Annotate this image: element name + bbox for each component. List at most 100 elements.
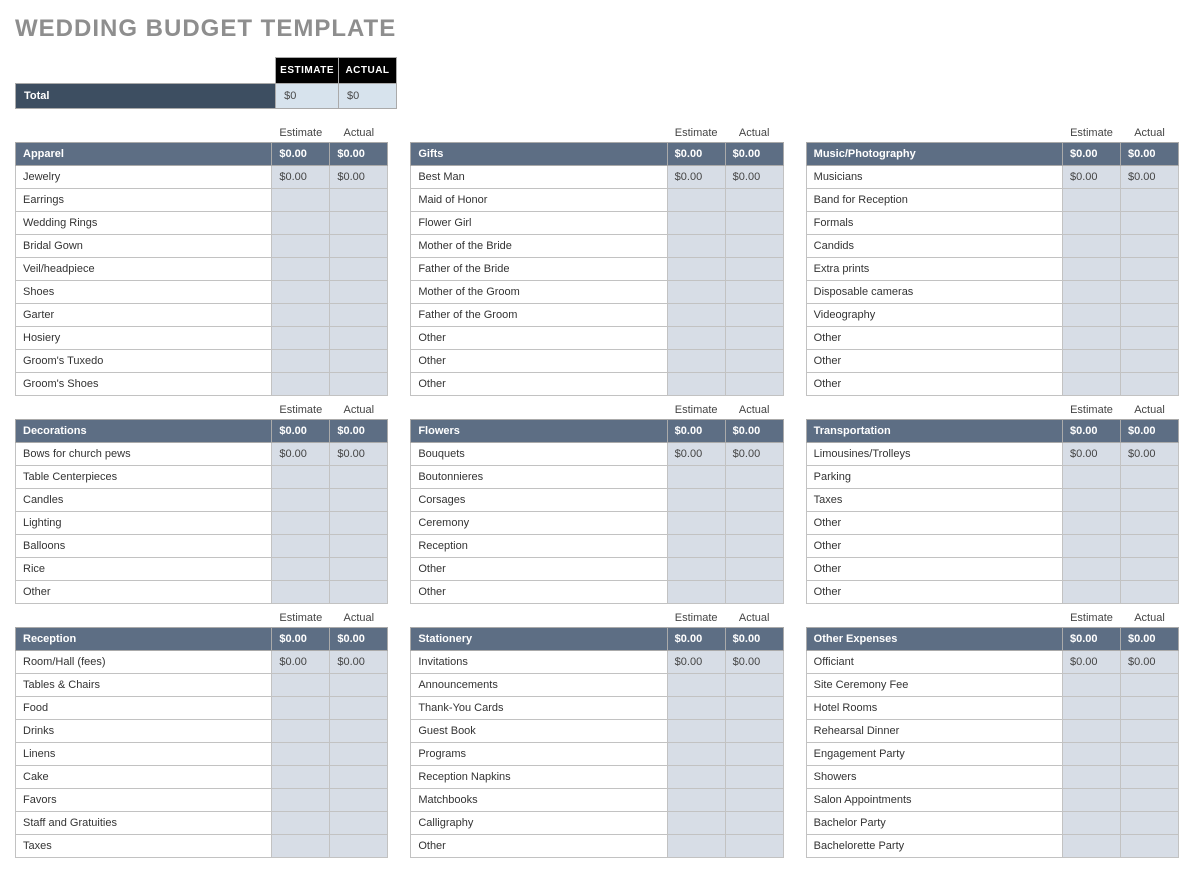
item-estimate-cell[interactable] xyxy=(272,766,330,789)
item-actual-cell[interactable] xyxy=(330,789,388,812)
item-label[interactable]: Other xyxy=(411,835,667,858)
item-estimate-cell[interactable]: $0.00 xyxy=(1062,651,1120,674)
item-label[interactable]: Matchbooks xyxy=(411,789,667,812)
item-estimate-cell[interactable] xyxy=(667,258,725,281)
item-estimate-cell[interactable]: $0.00 xyxy=(272,443,330,466)
item-label[interactable]: Food xyxy=(16,697,272,720)
item-label[interactable]: Guest Book xyxy=(411,720,667,743)
item-estimate-cell[interactable] xyxy=(272,281,330,304)
item-actual-cell[interactable] xyxy=(725,789,783,812)
item-actual-cell[interactable] xyxy=(1120,235,1178,258)
item-estimate-cell[interactable] xyxy=(1062,304,1120,327)
item-label[interactable]: Band for Reception xyxy=(806,189,1062,212)
item-label[interactable]: Showers xyxy=(806,766,1062,789)
item-label[interactable]: Hotel Rooms xyxy=(806,697,1062,720)
item-actual-cell[interactable] xyxy=(330,812,388,835)
item-actual-cell[interactable] xyxy=(725,373,783,396)
item-label[interactable]: Extra prints xyxy=(806,258,1062,281)
item-estimate-cell[interactable] xyxy=(667,743,725,766)
item-estimate-cell[interactable] xyxy=(667,304,725,327)
item-estimate-cell[interactable] xyxy=(667,535,725,558)
item-estimate-cell[interactable] xyxy=(667,489,725,512)
item-estimate-cell[interactable] xyxy=(272,235,330,258)
item-estimate-cell[interactable] xyxy=(667,512,725,535)
item-label[interactable]: Bouquets xyxy=(411,443,667,466)
item-actual-cell[interactable] xyxy=(725,581,783,604)
item-actual-cell[interactable] xyxy=(725,466,783,489)
item-label[interactable]: Mother of the Groom xyxy=(411,281,667,304)
total-estimate-cell[interactable]: $0 xyxy=(276,84,339,109)
total-actual-cell[interactable]: $0 xyxy=(339,84,397,109)
item-label[interactable]: Bachelorette Party xyxy=(806,835,1062,858)
item-actual-cell[interactable] xyxy=(725,350,783,373)
item-estimate-cell[interactable] xyxy=(1062,535,1120,558)
item-label[interactable]: Garter xyxy=(16,304,272,327)
item-estimate-cell[interactable] xyxy=(272,697,330,720)
item-label[interactable]: Best Man xyxy=(411,166,667,189)
item-actual-cell[interactable] xyxy=(1120,535,1178,558)
item-actual-cell[interactable] xyxy=(1120,720,1178,743)
item-estimate-cell[interactable] xyxy=(1062,697,1120,720)
item-label[interactable]: Rehearsal Dinner xyxy=(806,720,1062,743)
item-estimate-cell[interactable] xyxy=(272,789,330,812)
item-label[interactable]: Candids xyxy=(806,235,1062,258)
item-actual-cell[interactable] xyxy=(1120,304,1178,327)
item-label[interactable]: Other xyxy=(806,558,1062,581)
item-estimate-cell[interactable] xyxy=(667,674,725,697)
item-label[interactable]: Programs xyxy=(411,743,667,766)
item-label[interactable]: Favors xyxy=(16,789,272,812)
item-estimate-cell[interactable] xyxy=(1062,489,1120,512)
item-label[interactable]: Hosiery xyxy=(16,327,272,350)
item-estimate-cell[interactable] xyxy=(1062,720,1120,743)
item-label[interactable]: Other xyxy=(411,350,667,373)
item-actual-cell[interactable] xyxy=(1120,281,1178,304)
item-label[interactable]: Rice xyxy=(16,558,272,581)
item-estimate-cell[interactable] xyxy=(1062,466,1120,489)
item-label[interactable]: Other xyxy=(806,581,1062,604)
item-label[interactable]: Tables & Chairs xyxy=(16,674,272,697)
item-label[interactable]: Other xyxy=(806,512,1062,535)
item-estimate-cell[interactable] xyxy=(667,235,725,258)
item-label[interactable]: Candles xyxy=(16,489,272,512)
item-actual-cell[interactable] xyxy=(330,720,388,743)
item-actual-cell[interactable] xyxy=(330,281,388,304)
item-actual-cell[interactable] xyxy=(330,766,388,789)
item-actual-cell[interactable] xyxy=(1120,581,1178,604)
item-estimate-cell[interactable] xyxy=(1062,235,1120,258)
item-actual-cell[interactable] xyxy=(725,235,783,258)
item-estimate-cell[interactable] xyxy=(272,581,330,604)
item-label[interactable]: Engagement Party xyxy=(806,743,1062,766)
item-label[interactable]: Other xyxy=(411,581,667,604)
item-actual-cell[interactable] xyxy=(725,281,783,304)
item-actual-cell[interactable] xyxy=(1120,212,1178,235)
item-label[interactable]: Mother of the Bride xyxy=(411,235,667,258)
item-actual-cell[interactable]: $0.00 xyxy=(725,443,783,466)
item-actual-cell[interactable] xyxy=(330,581,388,604)
item-estimate-cell[interactable] xyxy=(272,835,330,858)
item-actual-cell[interactable] xyxy=(1120,189,1178,212)
item-label[interactable]: Balloons xyxy=(16,535,272,558)
item-estimate-cell[interactable] xyxy=(1062,558,1120,581)
item-estimate-cell[interactable] xyxy=(667,189,725,212)
item-label[interactable]: Drinks xyxy=(16,720,272,743)
item-label[interactable]: Corsages xyxy=(411,489,667,512)
item-estimate-cell[interactable] xyxy=(667,212,725,235)
item-actual-cell[interactable] xyxy=(1120,697,1178,720)
item-label[interactable]: Maid of Honor xyxy=(411,189,667,212)
item-estimate-cell[interactable] xyxy=(1062,258,1120,281)
item-actual-cell[interactable]: $0.00 xyxy=(330,443,388,466)
item-estimate-cell[interactable] xyxy=(1062,674,1120,697)
item-estimate-cell[interactable] xyxy=(272,304,330,327)
item-actual-cell[interactable] xyxy=(330,743,388,766)
item-estimate-cell[interactable] xyxy=(1062,766,1120,789)
item-actual-cell[interactable] xyxy=(1120,373,1178,396)
item-label[interactable]: Other xyxy=(411,327,667,350)
item-label[interactable]: Other xyxy=(806,535,1062,558)
item-actual-cell[interactable] xyxy=(725,674,783,697)
item-actual-cell[interactable] xyxy=(330,512,388,535)
item-estimate-cell[interactable] xyxy=(1062,327,1120,350)
item-label[interactable]: Thank-You Cards xyxy=(411,697,667,720)
item-actual-cell[interactable] xyxy=(330,235,388,258)
item-actual-cell[interactable] xyxy=(330,212,388,235)
item-label[interactable]: Other xyxy=(806,373,1062,396)
